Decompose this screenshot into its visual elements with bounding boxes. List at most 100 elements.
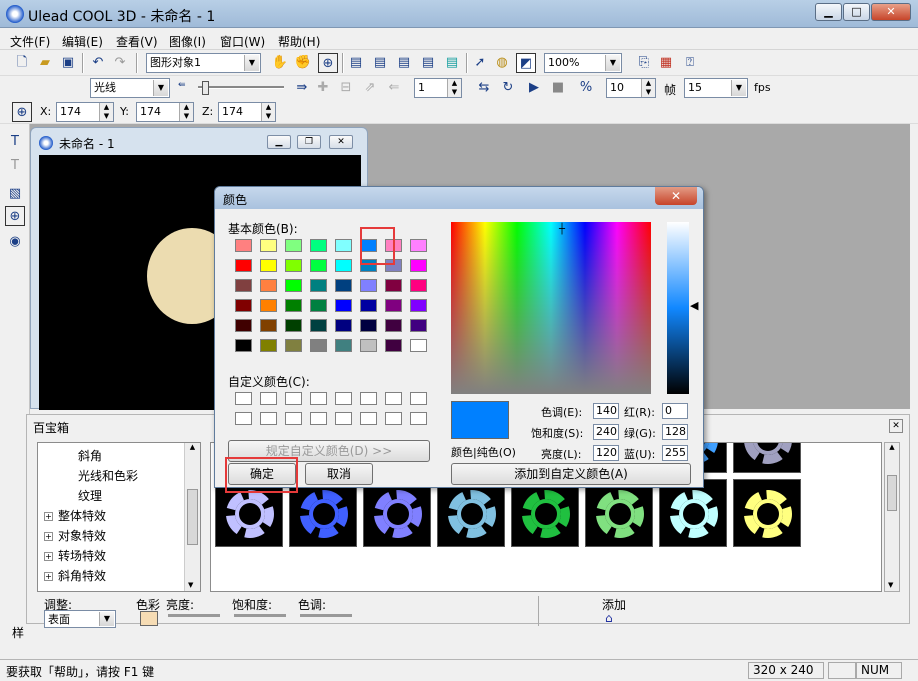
scroll-up-icon[interactable]: ▲ (185, 443, 200, 451)
rotate-hand-icon[interactable]: ✊ (293, 53, 313, 73)
basic-color-swatch[interactable] (260, 279, 277, 292)
custom-color-swatch[interactable] (335, 412, 352, 425)
custom-color-swatch[interactable] (360, 412, 377, 425)
basic-color-swatch[interactable] (310, 299, 327, 312)
doc-minimize-button[interactable]: ▁ (267, 135, 291, 149)
effect-thumbnail[interactable] (733, 443, 801, 473)
globe-icon[interactable]: ◍ (492, 53, 512, 73)
custom-color-swatch[interactable] (360, 392, 377, 405)
basic-color-swatch[interactable] (310, 259, 327, 272)
shift-key-icon[interactable]: ⇗ (360, 78, 380, 98)
brightness-slider[interactable] (168, 614, 220, 617)
sat-input[interactable]: 240 (593, 424, 619, 440)
basic-color-swatch[interactable] (260, 239, 277, 252)
maximize-button[interactable]: □ (843, 3, 870, 21)
target-icon[interactable]: ⊕ (318, 53, 338, 73)
scroll-up-icon[interactable]: ▲ (885, 443, 899, 451)
basic-color-swatch[interactable] (360, 299, 377, 312)
menu-view[interactable]: 查看(V) (116, 33, 158, 50)
close-button[interactable]: ✕ (871, 3, 911, 21)
menu-window[interactable]: 窗口(W) (220, 33, 265, 50)
lum-input[interactable]: 120 (593, 445, 619, 461)
basic-color-swatch[interactable] (260, 339, 277, 352)
basic-color-swatch[interactable] (410, 339, 427, 352)
z-input[interactable]: 174 ▲ ▼ (218, 102, 276, 122)
basic-color-swatch[interactable] (410, 279, 427, 292)
basic-color-swatch[interactable] (385, 319, 402, 332)
custom-color-swatch[interactable] (310, 412, 327, 425)
custom-color-swatch[interactable] (385, 392, 402, 405)
tree-item[interactable]: 纹理 (78, 487, 102, 504)
gallery-icon[interactable]: ▦ (656, 53, 676, 73)
basic-color-swatch[interactable] (310, 319, 327, 332)
basic-color-swatch[interactable] (310, 339, 327, 352)
basic-color-swatch[interactable] (335, 319, 352, 332)
basic-color-swatch[interactable] (410, 259, 427, 272)
tree-item[interactable]: + 对象特效 (44, 527, 106, 544)
toolbox-close-icon[interactable]: ✕ (889, 419, 903, 433)
luminance-arrow-icon[interactable]: ◀ (690, 299, 698, 312)
basic-color-swatch[interactable] (285, 299, 302, 312)
spin-icon[interactable]: ▲ ▼ (641, 79, 655, 97)
minimize-button[interactable]: ▁ (815, 3, 842, 21)
loop-icon[interactable]: ⇆ (474, 78, 494, 98)
view-side-icon[interactable]: ▤ (370, 53, 390, 73)
redo-icon[interactable]: ↷ (110, 53, 130, 73)
basic-color-swatch[interactable] (235, 339, 252, 352)
view-perspective-icon[interactable]: ▤ (418, 53, 438, 73)
hue-slider[interactable] (300, 614, 352, 617)
basic-color-swatch[interactable] (235, 299, 252, 312)
luminance-bar[interactable] (667, 222, 689, 394)
basic-color-swatch[interactable] (260, 319, 277, 332)
effect-thumbnail[interactable] (437, 479, 505, 547)
effect-thumbnail[interactable] (511, 479, 579, 547)
basic-color-swatch[interactable] (360, 319, 377, 332)
custom-color-swatch[interactable] (335, 392, 352, 405)
gallery-scrollbar[interactable]: ▲ ▼ (884, 442, 900, 592)
effect-thumbnail[interactable] (289, 479, 357, 547)
basic-color-swatch[interactable] (335, 339, 352, 352)
zoom-select[interactable]: 100% ▼ (544, 53, 622, 73)
hand-icon[interactable]: ✋ (270, 53, 290, 73)
green-input[interactable]: 128 (662, 424, 688, 440)
y-input[interactable]: 174 ▲ ▼ (136, 102, 194, 122)
basic-color-swatch[interactable] (285, 279, 302, 292)
text-tool-icon[interactable]: T (5, 132, 25, 152)
undo-icon[interactable]: ↶ (88, 53, 108, 73)
menu-edit[interactable]: 编辑(E) (62, 33, 103, 50)
basic-color-swatch[interactable] (285, 239, 302, 252)
custom-color-swatch[interactable] (235, 392, 252, 405)
spin-icon[interactable]: ▲ ▼ (99, 103, 113, 121)
expand-icon[interactable]: + (44, 532, 53, 541)
basic-color-swatch[interactable] (235, 259, 252, 272)
expand-icon[interactable]: + (44, 512, 53, 521)
select-tool-icon[interactable]: ⊕ (5, 206, 25, 226)
red-input[interactable]: 0 (662, 403, 688, 419)
scroll-thumb[interactable] (187, 489, 198, 545)
adjust-select[interactable]: 表面 ▼ (44, 610, 116, 628)
add-to-custom-colors-button[interactable]: 添加到自定义颜色(A) (451, 463, 691, 485)
basic-color-swatch[interactable] (335, 279, 352, 292)
doc-close-button[interactable]: ✕ (329, 135, 353, 149)
reverse-icon[interactable]: ⇐ (384, 78, 404, 98)
cancel-button[interactable]: 取消 (305, 463, 373, 485)
open-folder-icon[interactable]: ▰ (35, 53, 55, 73)
spin-icon[interactable]: ▲ ▼ (447, 79, 461, 97)
basic-color-swatch[interactable] (385, 299, 402, 312)
basic-color-swatch[interactable] (310, 239, 327, 252)
pointer-icon[interactable]: ➚ (470, 53, 490, 73)
effect-thumbnail[interactable] (733, 479, 801, 547)
fps-select[interactable]: 15 ▼ (684, 78, 748, 98)
basic-color-swatch[interactable] (310, 279, 327, 292)
hue-input[interactable]: 140 (593, 403, 619, 419)
menu-image[interactable]: 图像(I) (169, 33, 206, 50)
basic-color-swatch[interactable] (285, 339, 302, 352)
custom-color-swatch[interactable] (260, 392, 277, 405)
add-key-icon[interactable]: ✚ (313, 78, 333, 98)
custom-color-swatch[interactable] (260, 412, 277, 425)
object-tool-icon[interactable]: ◉ (5, 232, 25, 252)
effect-thumbnail[interactable] (659, 479, 727, 547)
frames-input[interactable]: 10 ▲ ▼ (606, 78, 656, 98)
menu-help[interactable]: 帮助(H) (278, 33, 320, 50)
tree-item[interactable]: + 转场特效 (44, 547, 106, 564)
